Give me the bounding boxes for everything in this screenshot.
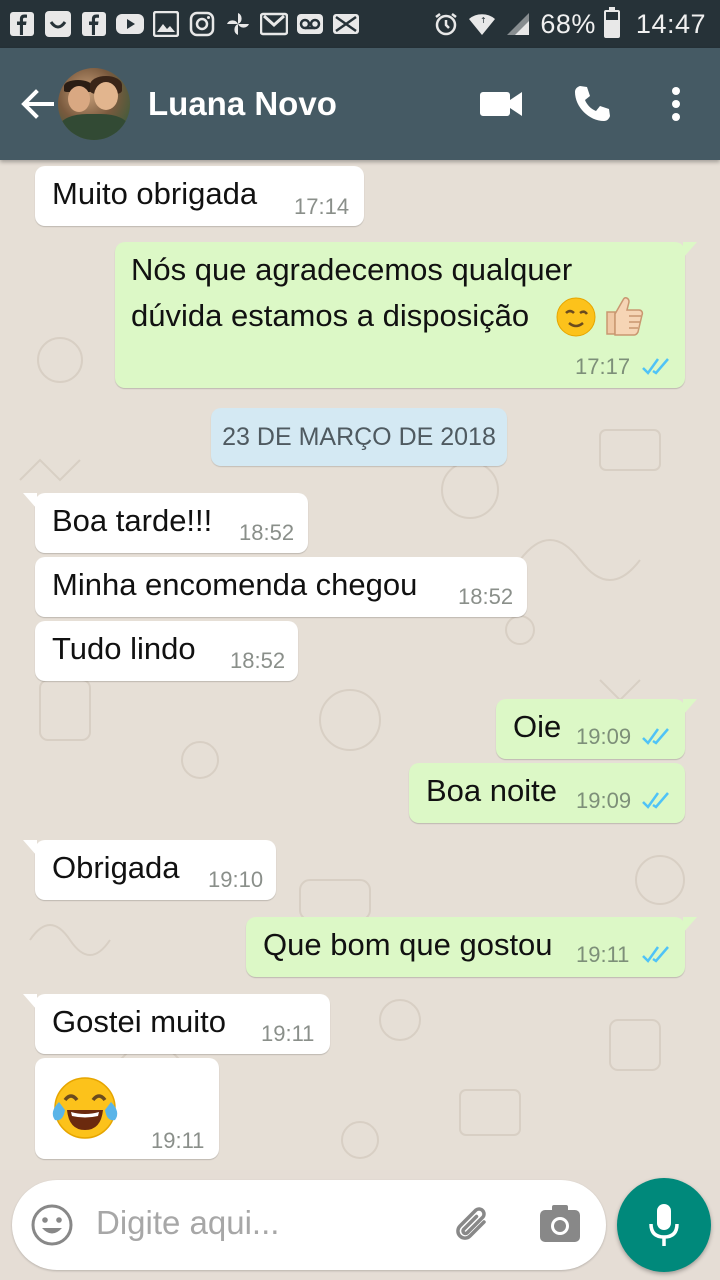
message-bubble-incoming[interactable]: Minha encomenda chegou 18:52: [35, 557, 527, 617]
gallery-icon: [152, 10, 180, 38]
notification-icons: [8, 10, 360, 38]
message-bubble-outgoing[interactable]: Nós que agradecemos qualquer dúvida esta…: [115, 242, 697, 388]
message-text-line: Nós que agradecemos qualquer: [131, 252, 573, 287]
smile-box-icon: [44, 10, 72, 38]
back-button[interactable]: [12, 74, 62, 134]
message-text: Boa tarde!!!: [52, 503, 213, 538]
read-receipt-icon: [642, 792, 669, 809]
message-input[interactable]: Digite aqui...: [96, 1204, 279, 1242]
instagram-icon: [188, 10, 216, 38]
signal-icon: [504, 10, 532, 38]
status-bar: ↑ 68% 14:47: [0, 0, 720, 48]
mail-icon: [332, 10, 360, 38]
svg-text:↑: ↑: [480, 16, 487, 25]
facebook-icon: [80, 10, 108, 38]
mic-icon: [649, 1204, 679, 1246]
read-receipt-icon: [642, 358, 669, 375]
alarm-icon: [432, 10, 460, 38]
emoji-icon[interactable]: [30, 1203, 74, 1247]
message-text: Minha encomenda chegou: [52, 567, 418, 602]
message-bubble-incoming[interactable]: Obrigada 19:10: [23, 840, 276, 900]
message-bubble-outgoing[interactable]: Boa noite 19:09: [409, 763, 685, 823]
read-receipt-icon: [642, 728, 669, 745]
message-time: 18:52: [239, 520, 295, 545]
voice-message-button[interactable]: [617, 1178, 711, 1272]
voice-call-button[interactable]: [562, 74, 622, 134]
message-bubble-incoming[interactable]: Boa tarde!!! 18:52: [23, 493, 308, 553]
clock: 14:47: [635, 8, 706, 39]
message-time: 19:11: [261, 1021, 315, 1046]
voicemail-icon: [296, 10, 324, 38]
wifi-icon: ↑: [468, 10, 496, 38]
battery-percentage: 68%: [540, 8, 596, 39]
pinwheel-icon: [224, 10, 252, 38]
message-time: 18:52: [230, 648, 286, 673]
message-bubble-outgoing[interactable]: Oie 19:09: [496, 699, 697, 759]
message-time: 17:17: [575, 354, 631, 379]
video-call-icon: [480, 92, 522, 116]
message-time: 19:09: [576, 724, 632, 749]
message-text: Muito obrigada: [52, 176, 258, 211]
avatar[interactable]: [58, 68, 130, 140]
tears-of-joy-emoji: [52, 1077, 118, 1139]
message-bubble-incoming[interactable]: 19:11: [35, 1058, 219, 1159]
contact-name[interactable]: Luana Novo: [148, 85, 472, 123]
message-bubble-incoming[interactable]: Muito obrigada 17:14: [35, 166, 364, 226]
message-list[interactable]: Muito obrigada 17:14 Nós que agradecemos…: [0, 160, 720, 1170]
message-time: 18:52: [458, 584, 514, 609]
battery-icon: [603, 7, 620, 38]
message-bubble-outgoing[interactable]: Que bom que gostou 19:11: [246, 917, 697, 977]
message-time: 19:11: [151, 1128, 205, 1153]
system-status: ↑ 68% 14:47: [432, 7, 706, 40]
message-time: 17:14: [294, 194, 350, 219]
message-text: Oie: [513, 709, 562, 744]
youtube-icon: [116, 10, 144, 38]
message-composer[interactable]: Digite aqui...: [12, 1180, 606, 1270]
message-text: Gostei muito: [52, 1004, 227, 1039]
message-text-line: dúvida estamos a disposição: [131, 298, 530, 333]
message-time: 19:11: [576, 942, 630, 967]
gmail-icon: [260, 10, 288, 38]
phone-icon: [575, 86, 610, 121]
message-text: Que bom que gostou: [263, 927, 553, 962]
thumbs-up-emoji: [606, 297, 644, 336]
video-call-button[interactable]: [472, 74, 532, 134]
more-options-button[interactable]: [646, 74, 706, 134]
message-bubble-incoming[interactable]: Tudo lindo 18:52: [35, 621, 298, 681]
message-time: 19:10: [208, 867, 264, 892]
date-separator: 23 DE MARÇO DE 2018: [211, 408, 507, 466]
chat-header: Luana Novo: [0, 48, 720, 160]
facebook-icon: [8, 10, 36, 38]
message-time: 19:09: [576, 788, 632, 813]
wink-smile-emoji: [556, 297, 596, 337]
back-arrow-icon: [21, 89, 54, 119]
more-vert-icon: [672, 87, 680, 121]
message-bubble-incoming[interactable]: Gostei muito 19:11: [23, 994, 330, 1054]
camera-icon[interactable]: [538, 1202, 582, 1246]
attach-icon[interactable]: [450, 1202, 498, 1250]
message-text: Obrigada: [52, 850, 180, 885]
read-receipt-icon: [642, 946, 669, 963]
message-text: Boa noite: [426, 773, 557, 808]
message-text: Tudo lindo: [52, 631, 196, 666]
